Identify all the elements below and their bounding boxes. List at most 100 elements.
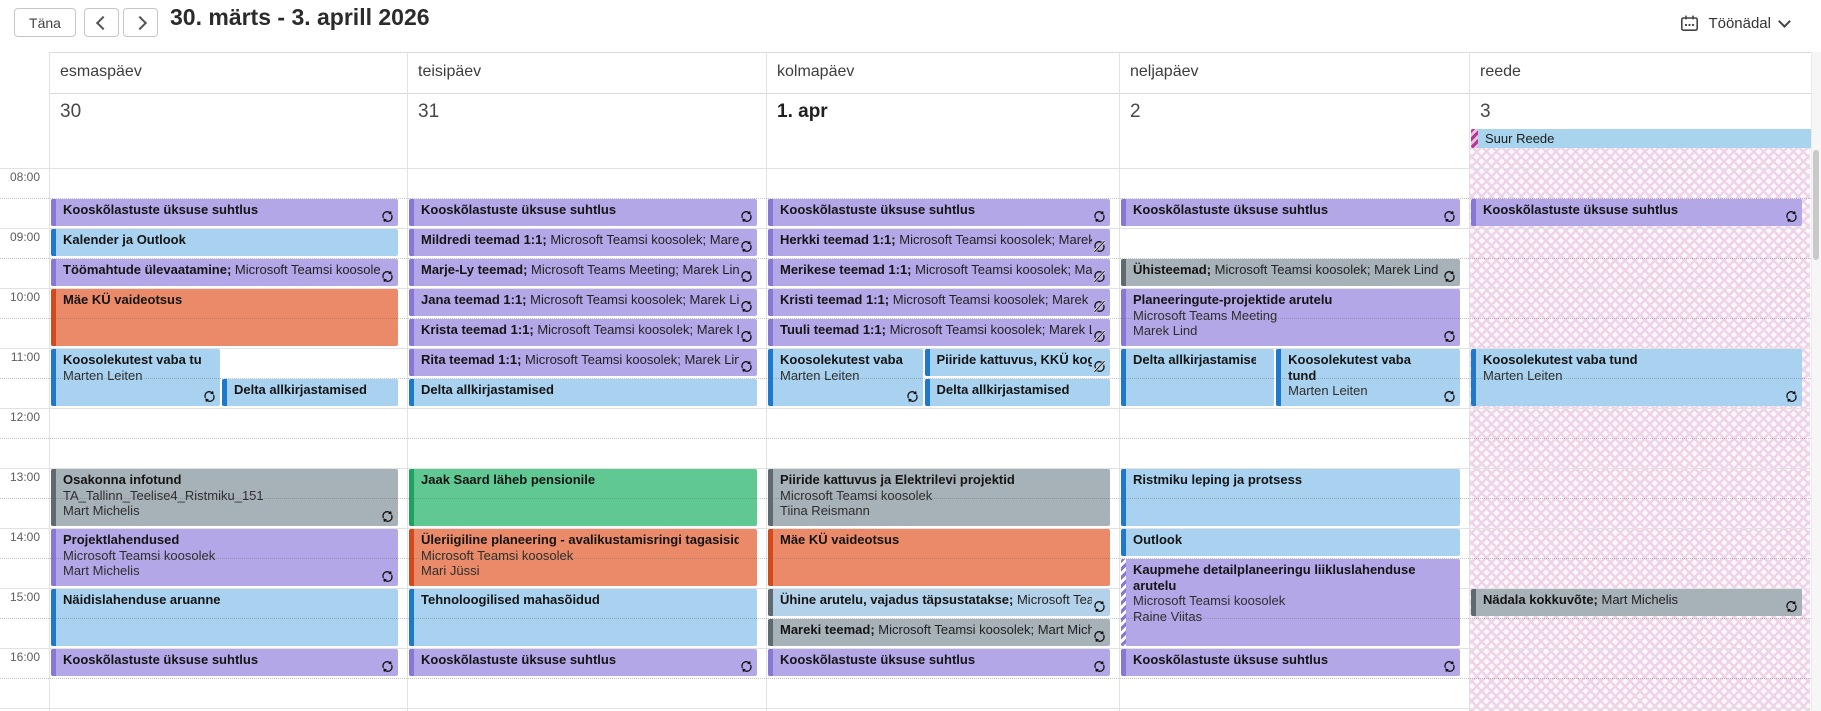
calendar-event[interactable]: Kooskõlastuste üksuse suhtlus xyxy=(51,199,398,226)
calendar-event[interactable]: Mäe KÜ vaideotsus xyxy=(768,529,1110,586)
event-content: Ristmiku leping ja protsess xyxy=(1126,469,1460,490)
event-content: Näidislahenduse aruanne xyxy=(56,589,398,610)
event-detail: Marten Leiten xyxy=(63,368,202,384)
event-title: Kooskõlastuste üksuse suhtlus xyxy=(1133,202,1442,218)
event-content: Kooskõlastuste üksuse suhtlus xyxy=(773,199,1110,220)
event-color-bar xyxy=(768,349,773,406)
calendar-event[interactable]: Krista teemad 1:1; Microsoft Teamsi koos… xyxy=(409,319,757,346)
calendar-event[interactable]: Koosolekutest vaba tundMarten Leiten xyxy=(51,349,220,406)
time-label: 10:00 xyxy=(0,290,40,304)
calendar-event[interactable]: ProjektlahendusedMicrosoft Teamsi koosol… xyxy=(51,529,398,586)
event-title: Kooskõlastuste üksuse suhtlus xyxy=(63,652,380,668)
calendar-event[interactable]: Delta allkirjastamised xyxy=(222,379,398,406)
event-title: Kooskõlastuste üksuse suhtlus xyxy=(1483,202,1784,218)
event-content: Delta allkirjastamised xyxy=(414,379,757,400)
calendar-event[interactable]: Kooskõlastuste üksuse suhtlus xyxy=(409,199,757,226)
all-day-event[interactable]: Suur Reede xyxy=(1471,129,1814,148)
calendar-event[interactable]: Jaak Saard läheb pensionile xyxy=(409,469,757,526)
event-color-bar xyxy=(1471,349,1476,406)
day-date[interactable]: 31 xyxy=(418,101,439,123)
calendar-event[interactable]: Ühine arutelu, vajadus täpsustatakse; Mi… xyxy=(768,589,1110,616)
event-content: Töömahtude ülevaatamine; Microsoft Teams… xyxy=(56,259,398,280)
calendar-event[interactable]: Ühisteemad; Microsoft Teamsi koosolek; M… xyxy=(1121,259,1460,286)
column-border xyxy=(1119,52,1120,711)
event-content: Kooskõlastuste üksuse suhtlus xyxy=(1126,649,1460,670)
calendar-event[interactable]: Kooskõlastuste üksuse suhtlus xyxy=(1121,649,1460,676)
event-detail: Microsoft Teamsi koosolek xyxy=(63,548,380,564)
day-date[interactable]: 3 xyxy=(1480,101,1491,123)
calendar-event[interactable]: Merikese teemad 1:1; Microsoft Teamsi ko… xyxy=(768,259,1110,286)
event-content: Merikese teemad 1:1; Microsoft Teamsi ko… xyxy=(773,259,1110,280)
calendar-event[interactable]: Delta allkirjastamised xyxy=(1121,349,1274,406)
event-content: Kalender ja Outlook xyxy=(56,229,398,250)
day-date[interactable]: 30 xyxy=(60,101,81,123)
calendar-event[interactable]: Kaupmehe detailplaneeringu liikluslahend… xyxy=(1121,559,1460,646)
event-content: Kooskõlastuste üksuse suhtlus xyxy=(56,199,398,220)
prev-week-button[interactable] xyxy=(84,8,119,37)
today-button[interactable]: Täna xyxy=(14,8,76,37)
event-title: Kooskõlastuste üksuse suhtlus xyxy=(421,652,739,668)
calendar-event[interactable]: Kooskõlastuste üksuse suhtlus xyxy=(409,649,757,676)
vertical-scrollbar[interactable] xyxy=(1811,52,1821,711)
calendar-event[interactable]: Kooskõlastuste üksuse suhtlus xyxy=(51,649,398,676)
event-color-bar xyxy=(51,289,56,346)
calendar-event[interactable]: Kooskõlastuste üksuse suhtlus xyxy=(1121,199,1460,226)
event-content: Kooskõlastuste üksuse suhtlus xyxy=(414,199,757,220)
view-selector[interactable]: Töönädal xyxy=(1674,8,1795,38)
calendar-event[interactable]: Planeeringute-projektide aruteluMicrosof… xyxy=(1121,289,1460,346)
event-color-bar xyxy=(51,589,56,646)
event-content: Koosolekutest vaba tundMarten Leiten xyxy=(56,349,220,385)
calendar-event[interactable]: Mäe KÜ vaideotsus xyxy=(51,289,398,346)
event-title: Kooskõlastuste üksuse suhtlus xyxy=(780,202,1092,218)
event-content: Kooskõlastuste üksuse suhtlus xyxy=(1476,199,1802,220)
event-content: Nädala kokkuvõte; Mart Michelis xyxy=(1476,589,1802,610)
event-color-bar xyxy=(409,589,414,646)
event-title: Piiride kattuvus, KKÜ kog xyxy=(937,352,1092,368)
calendar-event[interactable]: Koosolekutest vaba tundMarten Leiten xyxy=(1276,349,1460,406)
calendar-event[interactable]: Piiride kattuvus ja Elektrilevi projekti… xyxy=(768,469,1110,526)
calendar-event[interactable]: Marje-Ly teemad; Microsoft Teams Meeting… xyxy=(409,259,757,286)
calendar-event[interactable]: Kooskõlastuste üksuse suhtlus xyxy=(768,649,1110,676)
next-week-button[interactable] xyxy=(123,8,158,37)
calendar-event[interactable]: Rita teemad 1:1; Microsoft Teamsi koosol… xyxy=(409,349,757,376)
event-title: Mäe KÜ vaideotsus xyxy=(780,532,1092,548)
calendar-event[interactable]: Delta allkirjastamised xyxy=(409,379,757,406)
calendar-event[interactable]: Näidislahenduse aruanne xyxy=(51,589,398,646)
calendar-event[interactable]: Delta allkirjastamised xyxy=(925,379,1110,406)
calendar-event[interactable]: Nädala kokkuvõte; Mart Michelis xyxy=(1471,589,1802,616)
event-color-bar xyxy=(409,469,414,526)
calendar-event[interactable]: Osakonna infotundTA_Tallinn_Teelise4_Ris… xyxy=(51,469,398,526)
hour-line xyxy=(0,708,1811,709)
calendar-event[interactable]: Koosolekutest vaba tundMarten Leiten xyxy=(1471,349,1802,406)
chevron-down-icon xyxy=(1778,15,1791,28)
calendar-event[interactable]: Jana teemad 1:1; Microsoft Teamsi koosol… xyxy=(409,289,757,316)
calendar-event[interactable]: Mildredi teemad 1:1; Microsoft Teamsi ko… xyxy=(409,229,757,256)
calendar-event[interactable]: Kooskõlastuste üksuse suhtlus xyxy=(1471,199,1802,226)
calendar-event[interactable]: Piiride kattuvus, KKÜ kog xyxy=(925,349,1110,376)
header-divider-line xyxy=(49,93,1811,94)
calendar-event[interactable]: Koosolekutest vaba tundMarten Leiten xyxy=(768,349,923,406)
event-content: Koosolekutest vaba tundMarten Leiten xyxy=(1476,349,1802,385)
calendar-event[interactable]: Ristmiku leping ja protsess xyxy=(1121,469,1460,526)
event-color-bar xyxy=(768,229,773,256)
event-content: Mäe KÜ vaideotsus xyxy=(56,289,398,310)
calendar-event[interactable]: Tehnoloogilised mahasõidud xyxy=(409,589,757,646)
calendar-event[interactable]: Kristi teemad 1:1; Microsoft Teamsi koos… xyxy=(768,289,1110,316)
calendar-event[interactable]: Töömahtude ülevaatamine; Microsoft Teams… xyxy=(51,259,398,286)
calendar-event[interactable]: Mareki teemad; Microsoft Teamsi koosolek… xyxy=(768,619,1110,646)
calendar-event[interactable]: Tuuli teemad 1:1; Microsoft Teamsi kooso… xyxy=(768,319,1110,346)
day-date[interactable]: 1. apr xyxy=(777,101,828,123)
tentative-bar xyxy=(1471,129,1478,148)
event-title: Planeeringute-projektide arutelu xyxy=(1133,292,1442,308)
calendar-event[interactable]: Outlook xyxy=(1121,529,1460,556)
calendar-event[interactable]: Kooskõlastuste üksuse suhtlus xyxy=(768,199,1110,226)
calendar-event[interactable]: Üleriigiline planeering - avalikustamisr… xyxy=(409,529,757,586)
calendar-event[interactable]: Kalender ja Outlook xyxy=(51,229,398,256)
scrollbar-thumb[interactable] xyxy=(1813,150,1819,260)
calendar-event[interactable]: Herkki teemad 1:1; Microsoft Teamsi koos… xyxy=(768,229,1110,256)
event-detail: Microsoft Teamsi koosolek xyxy=(421,548,739,564)
day-date[interactable]: 2 xyxy=(1130,101,1141,123)
event-content: Mareki teemad; Microsoft Teamsi koosolek… xyxy=(773,619,1110,640)
time-label: 09:00 xyxy=(0,230,40,244)
time-label: 13:00 xyxy=(0,470,40,484)
